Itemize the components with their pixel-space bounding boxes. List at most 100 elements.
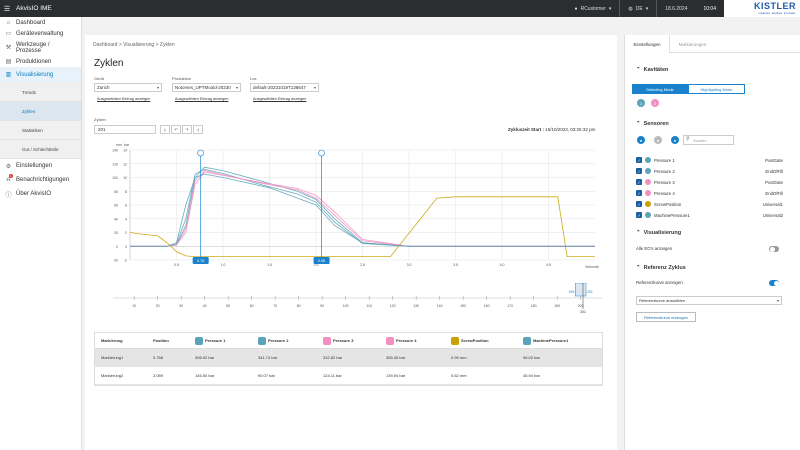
y-tick-label: 140 bbox=[112, 149, 118, 153]
sidebar-subitem-zyklen[interactable]: Zyklen bbox=[0, 102, 81, 121]
sidebar-item-einstellungen[interactable]: ⚙ Einstellungen bbox=[0, 159, 81, 173]
cell: 124.11 bar bbox=[323, 373, 342, 378]
sensoren-header[interactable]: ⌃ Sensoren bbox=[636, 121, 669, 127]
sidebar-subitem-statistiken[interactable]: Statistiken bbox=[0, 121, 81, 140]
checkbox-checked-icon[interactable]: ✓ bbox=[636, 190, 642, 196]
last-cycle-button[interactable]: ›| bbox=[193, 125, 203, 134]
cycle-input[interactable]: 201 bbox=[94, 125, 156, 134]
sensor-type: PostGate bbox=[765, 179, 783, 185]
filter-all-icon[interactable]: ● bbox=[637, 136, 645, 144]
sidebar-item-produktionen[interactable]: ▤ Produktionen bbox=[0, 56, 81, 67]
geraet-show-link[interactable]: Ausgewählten Eintrag anzeigen bbox=[97, 97, 150, 101]
scroller-tick-label: 180 bbox=[531, 304, 537, 308]
scroller-tick-label: 140 bbox=[437, 304, 443, 308]
los-select[interactable]: default-20231019T138647 ▾ bbox=[250, 83, 319, 92]
produktion-show-link[interactable]: Ausgewählten Eintrag anzeigen bbox=[175, 97, 228, 101]
table-row[interactable]: Markierung1 0.768 306.92 bar 341.74 bar … bbox=[95, 349, 602, 367]
sidebar: ⌂ Dashboard ▭ Geräteverwaltung ⚒ Werkzeuge … bbox=[0, 17, 82, 450]
sidebar-item-label: Geräteverwaltung bbox=[16, 30, 64, 37]
sensor-row[interactable]: ✓ Pressure 3 PostGate bbox=[636, 177, 783, 187]
sidebar-subitem-trends[interactable]: Trends bbox=[0, 83, 81, 102]
toggle-knob bbox=[773, 280, 779, 286]
sensor-row[interactable]: ✓ Pressure 4 EndOfFill bbox=[636, 188, 783, 198]
los-show-link[interactable]: Ausgewählten Eintrag anzeigen bbox=[253, 97, 306, 101]
scroller-tick-label: 20 bbox=[156, 304, 160, 308]
cell: 332.82 bar bbox=[323, 355, 343, 360]
language-menu[interactable]: ◍ DE ▾ bbox=[620, 6, 656, 12]
sidebar-item-benachrichtigungen[interactable]: ⍾ 1 Benachrichtigungen bbox=[0, 173, 81, 187]
scroller-tick-label: 200 bbox=[578, 304, 584, 308]
cycle-scroller[interactable]: 10 20 30 40 50 60 70 80 90 100 110 120 130 140 150 160 1… bbox=[113, 282, 602, 314]
sensor-name: Pressure 4 bbox=[654, 190, 675, 196]
user-menu[interactable]: ● RCustomer ▾ bbox=[567, 6, 620, 12]
sensor-icon bbox=[323, 336, 331, 345]
cell: 45.94 bar bbox=[523, 373, 540, 378]
checkbox-checked-icon[interactable]: ✓ bbox=[636, 157, 642, 163]
first-cycle-button[interactable]: |‹ bbox=[160, 125, 170, 134]
chevron-down-icon: ▾ bbox=[645, 5, 649, 12]
checkbox-checked-icon[interactable]: ✓ bbox=[636, 168, 642, 174]
menu-icon[interactable]: ☰ bbox=[0, 5, 14, 13]
scroller-tick-label: 190 bbox=[554, 304, 560, 308]
sensor-row[interactable]: ✓ Pressure 2 EndOfFill bbox=[636, 166, 783, 176]
app-title: AkvisIO IME bbox=[16, 5, 52, 12]
scroller-tick-label: 170 bbox=[507, 304, 513, 308]
geraet-select[interactable]: Zürich ▾ bbox=[94, 83, 162, 92]
sidebar-item-dashboard[interactable]: ⌂ Dashboard bbox=[0, 17, 81, 28]
kavitaeten-header[interactable]: ⌃ Kavitäten bbox=[636, 67, 668, 73]
y-tick-label: -20 bbox=[113, 259, 118, 263]
y2-tick-label: 4 bbox=[125, 217, 127, 221]
col-markierung: Markierung bbox=[101, 338, 123, 343]
cycle-chart[interactable]: 140 14 120 12 100 10 80 8 60 6 40 4 20 2 0 0 -20 -2 mm bar 0… bbox=[95, 140, 601, 272]
chevron-up-icon: ⌃ bbox=[636, 230, 641, 236]
next-cycle-button[interactable]: ↷ bbox=[182, 125, 192, 134]
scroller-tick-label: 160 bbox=[484, 304, 490, 308]
y-tick-label: 120 bbox=[112, 162, 118, 166]
section-title: Kavitäten bbox=[643, 67, 669, 73]
sensor-row[interactable]: ✓ MachinePressure1 Universal2 bbox=[636, 210, 783, 220]
sidebar-item-werkzeuge[interactable]: ⚒ Werkzeuge / Prozesse bbox=[0, 39, 81, 56]
filter-gray-icon[interactable]: ● bbox=[654, 136, 662, 144]
x-tick-label: 3.0 bbox=[407, 263, 412, 267]
section-title: Referenz Zyklus bbox=[643, 265, 686, 271]
referenz-toggle-label: Referenzkurve anzeigen bbox=[636, 280, 683, 285]
referenz-select[interactable]: Referenzkurve auswählen ▾ bbox=[636, 296, 782, 305]
y-tick-label: 40 bbox=[114, 217, 118, 221]
referenz-create-button[interactable]: Referenzkurve erzeugen bbox=[636, 312, 696, 322]
page-title: Zyklen bbox=[94, 58, 124, 69]
chart-svg: 140 14120 12100 1080 860 640 420 20 0-20 -2mm bar0… bbox=[112, 143, 599, 269]
marker-label: 0.76 bbox=[197, 259, 204, 263]
scroller-range-start: 199 bbox=[568, 290, 574, 294]
sensor-search-input[interactable]: Suchen bbox=[683, 135, 734, 145]
produktion-select[interactable]: Notomes_UPTMould-20230 ▾ bbox=[172, 83, 241, 92]
cavity-1[interactable]: 1 bbox=[637, 99, 645, 107]
sidebar-item-ueber[interactable]: ⓘ Über AkvisIO bbox=[0, 187, 81, 201]
sidebar-item-visualisierung[interactable]: ▥ Visualisierung bbox=[0, 67, 81, 82]
y2-tick-label: 0 bbox=[125, 245, 127, 249]
highlighting-mode-button[interactable]: Highlighting Mode bbox=[688, 84, 745, 94]
checkbox-checked-icon[interactable]: ✓ bbox=[636, 212, 642, 218]
filter-blue-icon[interactable]: ● bbox=[671, 136, 679, 144]
sidebar-item-geraeteverwaltung[interactable]: ▭ Geräteverwaltung bbox=[0, 28, 81, 39]
prev-cycle-button[interactable]: ↶ bbox=[171, 125, 181, 134]
scroller-tick-label: 40 bbox=[203, 304, 207, 308]
referenz-toggle[interactable] bbox=[769, 280, 779, 286]
checkbox-checked-icon[interactable]: ✓ bbox=[636, 201, 642, 207]
tab-einstellungen[interactable]: Einstellungen bbox=[625, 35, 670, 53]
sensor-row[interactable]: ✓ ScrewPosition Universal1 bbox=[636, 199, 783, 209]
referenz-header[interactable]: ⌃ Referenz Zyklus bbox=[636, 265, 686, 271]
selecting-mode-button[interactable]: Selecting Mode bbox=[632, 84, 688, 94]
visualisierung-header[interactable]: ⌃ Visualisierung bbox=[636, 230, 681, 236]
sensor-row[interactable]: ✓ Pressure 1 PostGate bbox=[636, 155, 783, 165]
tab-markierungen[interactable]: Markierungen bbox=[670, 35, 715, 53]
table-row[interactable]: Markierung2 2.059 145.50 bar 90.07 bar 1… bbox=[95, 367, 602, 385]
cavity-2[interactable]: 2 bbox=[651, 99, 659, 107]
alle-eo-toggle[interactable] bbox=[769, 246, 779, 252]
checkbox-checked-icon[interactable]: ✓ bbox=[636, 179, 642, 185]
breadcrumb[interactable]: Dashboard > Visualisierung > Zyklen bbox=[93, 42, 175, 48]
scroller-current-label: 201 bbox=[580, 310, 586, 313]
sidebar-subitem-gut-schlecht[interactable]: Gut / Schlechtteile bbox=[0, 140, 81, 159]
x-tick-label: 4.0 bbox=[500, 263, 505, 267]
produktion-label: Produktion bbox=[172, 76, 192, 81]
scroller-tick-label: 60 bbox=[250, 304, 254, 308]
